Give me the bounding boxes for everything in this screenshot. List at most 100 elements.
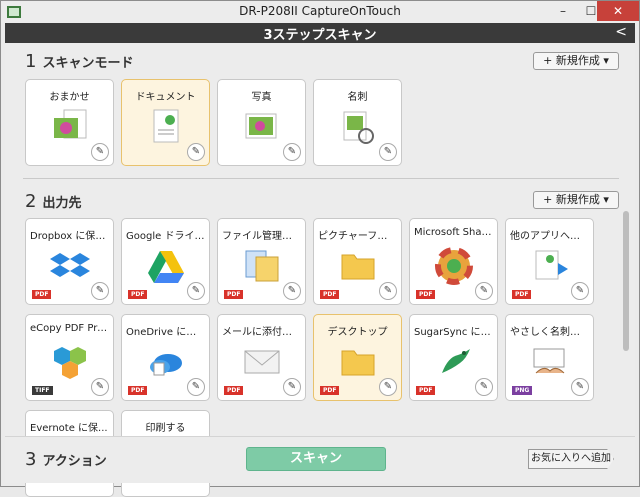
namecard-file-icon [533,348,565,374]
sharepoint-icon [435,247,473,285]
section-label: スキャンモード [42,56,134,71]
document-icon [153,109,179,143]
add-favorite-button[interactable]: お気に入りへ追加 [528,449,614,469]
mail-icon [244,350,280,374]
mode-tile-document[interactable]: ドキュメント ✎ [121,79,210,166]
format-badge: PDF [128,386,148,395]
edit-icon[interactable]: ✎ [283,282,301,300]
section-scan-mode-title: 1 スキャンモード [25,51,133,72]
photo-icon [245,113,277,139]
ecopy-icon [54,347,86,379]
destination-label: 印刷する [145,423,186,434]
scrollbar[interactable] [622,211,630,451]
format-badge: PDF [320,290,340,299]
photo-document-icon [54,109,87,139]
mode-tile-photo[interactable]: 写真 ✎ [217,79,306,166]
destination-tile-mail[interactable]: メールに添付する PDF ✎ [217,314,306,401]
destination-label: Dropbox に保存... [30,231,109,242]
folder-icon [341,254,375,280]
edit-icon[interactable]: ✎ [91,378,109,396]
format-badge: PDF [416,290,436,299]
mode-label: おまかせ [49,92,90,103]
mode-tile-auto[interactable]: おまかせ ✎ [25,79,114,166]
format-badge: PNG [512,386,533,395]
title-bar: DR-P208II CaptureOnTouch – ☐ ✕ [1,1,639,23]
section-label: アクション [42,454,107,469]
edit-icon[interactable]: ✎ [187,282,205,300]
destination-tile-namecard-file[interactable]: やさしく名刺ファイ... PNG ✎ [505,314,594,401]
destination-label: デスクトップ [327,327,388,338]
edit-icon[interactable]: ✎ [571,378,589,396]
minimize-button[interactable]: – [549,1,577,21]
section-output-title: 2 出力先 [25,191,81,212]
back-button[interactable]: < [615,24,627,40]
edit-icon[interactable]: ✎ [379,378,397,396]
edit-icon[interactable]: ✎ [91,282,109,300]
destination-tile-google-drive[interactable]: Google ドライブ... PDF ✎ [121,218,210,305]
edit-icon[interactable]: ✎ [379,282,397,300]
format-badge: TIFF [32,386,53,395]
edit-icon[interactable]: ✎ [283,143,301,161]
format-badge: PDF [512,290,532,299]
header-bar: 3ステップスキャン < [5,23,635,43]
edit-icon[interactable]: ✎ [283,378,301,396]
destination-tile-sharepoint[interactable]: Microsoft Shar... PDF ✎ [409,218,498,305]
mode-label: 名刺 [347,92,368,103]
section-number: 1 [25,51,37,72]
scan-button[interactable]: スキャン [246,447,386,471]
destination-tile-desktop[interactable]: デスクトップ PDF ✎ [313,314,402,401]
destination-label: Microsoft Shar... [414,227,493,238]
destination-label: ファイル管理革命L... [222,231,301,242]
destination-tile-pictures-folder[interactable]: ピクチャーフォルダー PDF ✎ [313,218,402,305]
scrollbar-thumb[interactable] [623,211,629,351]
main-content: 1 スキャンモード + 新規作成 ▾ おまかせ ✎ ドキュメント ✎ 写真 ✎ 名… [5,43,635,497]
format-badge: PDF [224,290,244,299]
edit-icon[interactable]: ✎ [91,143,109,161]
destination-label: eCopy PDF Pro... [30,323,109,334]
mode-tile-business-card[interactable]: 名刺 ✎ [313,79,402,166]
destination-label: Evernote に保... [30,423,108,434]
destination-tile-sugarsync[interactable]: SugarSync に保... PDF ✎ [409,314,498,401]
destination-label: Google ドライブ... [126,231,205,242]
close-button[interactable]: ✕ [597,1,639,21]
new-scan-mode-button[interactable]: + 新規作成 ▾ [533,52,619,70]
format-badge: PDF [416,386,436,395]
app-window: DR-P208II CaptureOnTouch – ☐ ✕ 3ステップスキャン… [0,0,640,497]
section-number: 2 [25,191,37,212]
section-number: 3 [25,449,37,470]
business-card-icon [343,111,374,144]
edit-icon[interactable]: ✎ [379,143,397,161]
mode-label: ドキュメント [135,92,196,103]
format-badge: PDF [32,290,52,299]
destination-label: メールに添付する [222,327,301,338]
destination-label: 他のアプリへ送る [510,231,589,242]
desktop-folder-icon [341,350,375,376]
destination-label: SugarSync に保... [414,327,493,338]
edit-icon[interactable]: ✎ [187,378,205,396]
format-badge: PDF [224,386,244,395]
format-badge: PDF [320,386,340,395]
google-drive-icon [148,251,184,283]
destination-tile-file-manager[interactable]: ファイル管理革命L... PDF ✎ [217,218,306,305]
destination-label: やさしく名刺ファイ... [510,327,589,338]
page-title: 3ステップスキャン [263,28,377,43]
edit-icon[interactable]: ✎ [475,282,493,300]
file-manager-icon [245,250,279,282]
destination-label: ピクチャーフォルダー [318,231,397,242]
destination-tile-onedrive[interactable]: OneDrive に保... PDF ✎ [121,314,210,401]
sugarsync-icon [442,349,470,373]
destination-tile-send-to-app[interactable]: 他のアプリへ送る PDF ✎ [505,218,594,305]
onedrive-icon [150,354,182,376]
send-to-app-icon [535,250,568,280]
destination-tile-ecopy[interactable]: eCopy PDF Pro... TIFF ✎ [25,314,114,401]
destination-label: OneDrive に保... [126,327,205,338]
edit-icon[interactable]: ✎ [571,282,589,300]
edit-icon[interactable]: ✎ [475,378,493,396]
new-destination-button[interactable]: + 新規作成 ▾ [533,191,619,209]
window-title: DR-P208II CaptureOnTouch [239,4,401,18]
dropbox-icon [50,253,90,277]
destination-tile-dropbox[interactable]: Dropbox に保存... PDF ✎ [25,218,114,305]
edit-icon[interactable]: ✎ [187,143,205,161]
format-badge: PDF [128,290,148,299]
section-label: 出力先 [42,196,82,211]
